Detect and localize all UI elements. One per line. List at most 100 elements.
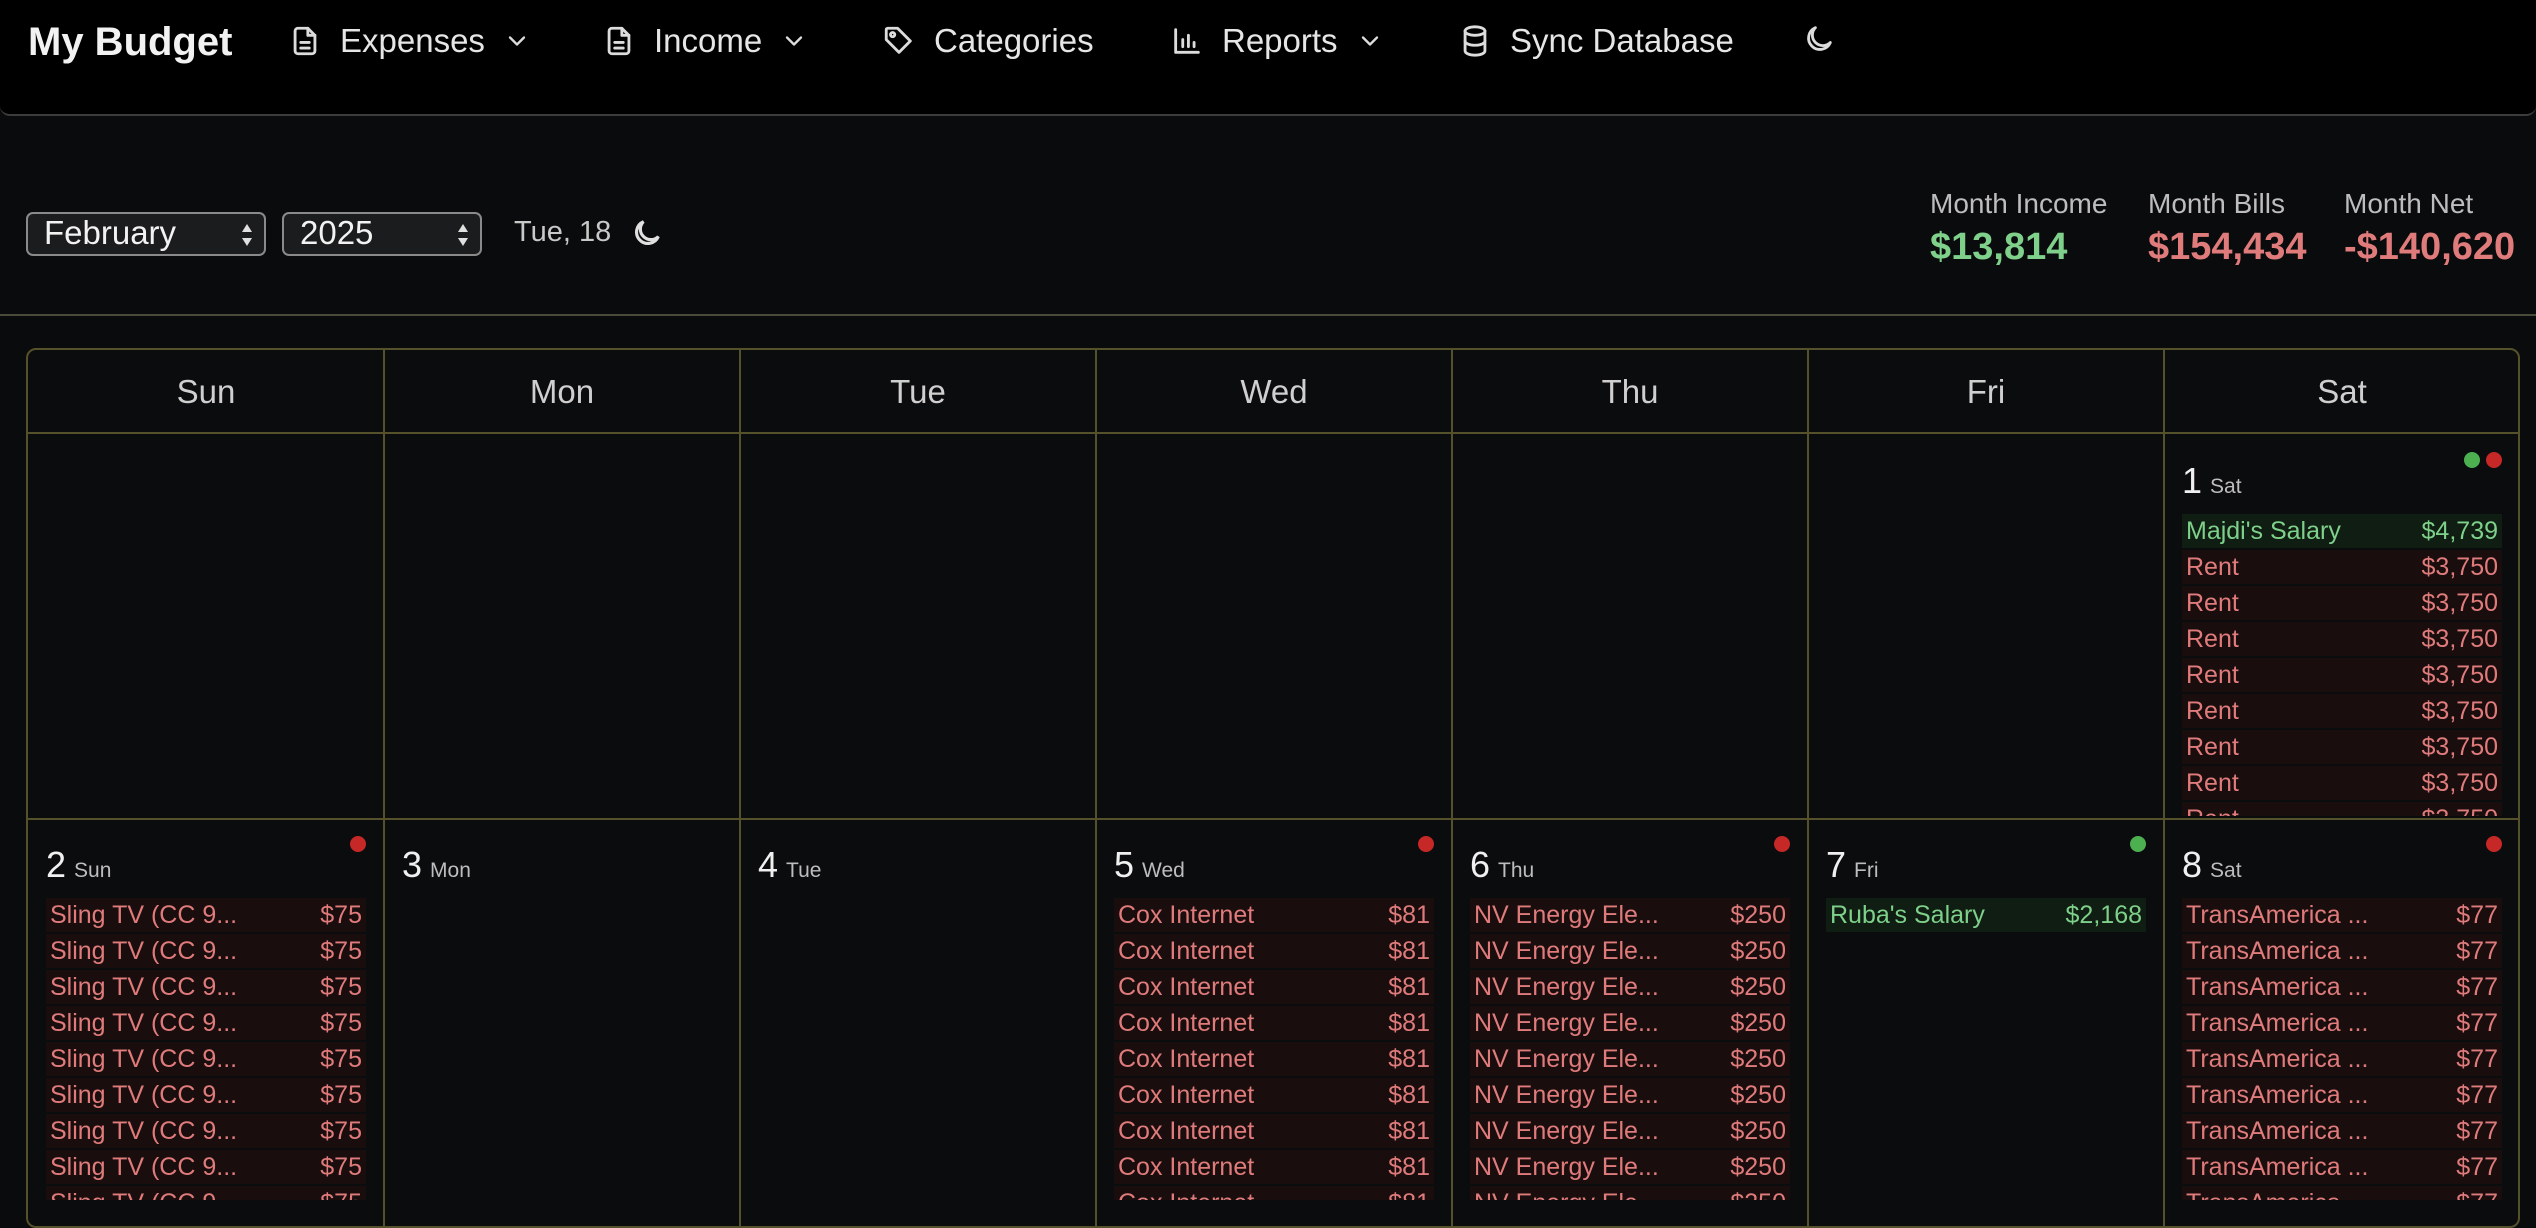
expense-entry[interactable]: Rent $3,750 [2182, 586, 2502, 620]
entry-name: Sling TV (CC 9... [50, 1153, 238, 1181]
calendar-day-7[interactable]: 7 Fri Ruba's Salary $2,168 [1808, 820, 2162, 1200]
expense-entry[interactable]: Cox Internet $81 [1114, 934, 1434, 968]
expense-entry[interactable]: TransAmerica ... $77 [2182, 970, 2502, 1004]
expense-entry[interactable]: NV Energy Ele... $250 [1470, 1114, 1790, 1148]
entry-amount: $75 [320, 1045, 362, 1073]
nav-reports[interactable]: Reports [1170, 22, 1384, 60]
expense-entry[interactable]: NV Energy Ele... $250 [1470, 1150, 1790, 1184]
expense-entry[interactable]: Sling TV (CC 9... $75 [46, 1006, 366, 1040]
expense-entry[interactable]: Rent $3,750 [2182, 730, 2502, 764]
expense-entry[interactable]: Cox Internet $81 [1114, 1006, 1434, 1040]
expense-entry[interactable]: NV Energy Ele... $250 [1470, 1078, 1790, 1112]
nav-categories[interactable]: Categories [882, 22, 1094, 60]
expense-entry[interactable]: TransAmerica ... $77 [2182, 1078, 2502, 1112]
expense-entry[interactable]: NV Energy Ele... $250 [1470, 1042, 1790, 1076]
expense-entry[interactable]: Cox Internet $81 [1114, 1150, 1434, 1184]
expense-entry[interactable]: TransAmerica ... $77 [2182, 1186, 2502, 1200]
month-net-summary: Month Net -$140,620 [2344, 188, 2515, 269]
expense-entry[interactable]: Rent $3,750 [2182, 622, 2502, 656]
month-select[interactable]: February [26, 212, 266, 256]
entry-name: Cox Internet [1118, 1186, 1254, 1200]
nav-reports-label: Reports [1222, 22, 1338, 59]
calendar-day-8[interactable]: 8 Sat TransAmerica ... $77 TransAmerica ... $… [2164, 820, 2518, 1200]
entry-amount: $250 [1730, 1153, 1786, 1181]
day-weekday-label: Sat [2210, 859, 2242, 882]
entry-name: Sling TV (CC 9... [50, 901, 238, 929]
expense-entry[interactable]: Rent $3,750 [2182, 550, 2502, 584]
entry-amount: $75 [320, 1153, 362, 1181]
weekday-header-tue: Tue [890, 373, 946, 410]
entry-name: Rent [2186, 589, 2239, 617]
app-title[interactable]: My Budget [28, 20, 232, 65]
expense-entry[interactable]: Rent $3,750 [2182, 766, 2502, 800]
nav-expenses[interactable]: Expenses [288, 22, 531, 60]
entry-amount: $75 [320, 1117, 362, 1145]
income-entry[interactable]: Majdi's Salary $4,739 [2182, 514, 2502, 548]
expense-entry[interactable]: Sling TV (CC 9... $75 [46, 1186, 366, 1200]
entry-name: TransAmerica ... [2186, 1153, 2369, 1181]
day-number-value: 1 [2182, 460, 2203, 501]
day-weekday-label: Thu [1498, 859, 1535, 882]
expense-entry[interactable]: Sling TV (CC 9... $75 [46, 970, 366, 1004]
entry-name: Sling TV (CC 9... [50, 1186, 237, 1200]
entry-amount: $3,750 [2421, 661, 2498, 689]
nav-sync-database[interactable]: Sync Database [1458, 22, 1734, 60]
expense-entry[interactable]: Cox Internet $81 [1114, 1078, 1434, 1112]
expense-entry[interactable]: Cox Internet $81 [1114, 1186, 1434, 1200]
expense-entry[interactable]: Sling TV (CC 9... $75 [46, 1042, 366, 1076]
entry-name: Sling TV (CC 9... [50, 1117, 238, 1145]
expense-entry[interactable]: TransAmerica ... $77 [2182, 1150, 2502, 1184]
month-net-label: Month Net [2344, 188, 2474, 219]
expense-entry[interactable]: NV Energy Ele... $250 [1470, 1006, 1790, 1040]
day-number-value: 3 [402, 844, 423, 885]
expense-entry[interactable]: NV Energy Ele... $250 [1470, 934, 1790, 968]
expense-entry[interactable]: Rent $3,750 [2182, 802, 2502, 816]
calendar-day-5[interactable]: 5 Wed Cox Internet $81 Cox Internet $81 Cox In… [1096, 820, 1450, 1200]
day-weekday-label: Sun [74, 859, 112, 882]
entry-name: Sling TV (CC 9... [50, 1009, 238, 1037]
year-select[interactable]: 2025 [282, 212, 482, 256]
entry-amount: $250 [1730, 1186, 1786, 1200]
entry-name: NV Energy Ele... [1474, 1186, 1659, 1200]
expense-entry[interactable]: Rent $3,750 [2182, 694, 2502, 728]
expense-entry[interactable]: Sling TV (CC 9... $75 [46, 1078, 366, 1112]
calendar-day-3[interactable]: 3 Mon [384, 820, 738, 1200]
expense-entry[interactable]: TransAmerica ... $77 [2182, 1006, 2502, 1040]
entry-name: TransAmerica ... [2186, 1009, 2369, 1037]
theme-toggle-button[interactable] [1802, 22, 1836, 56]
entry-name: Cox Internet [1118, 1009, 1255, 1037]
expense-entry[interactable]: Sling TV (CC 9... $75 [46, 1150, 366, 1184]
expense-entry[interactable]: Sling TV (CC 9... $75 [46, 898, 366, 932]
entry-amount: $81 [1388, 1009, 1430, 1037]
expense-entry[interactable]: TransAmerica ... $77 [2182, 1114, 2502, 1148]
expense-entry[interactable]: Sling TV (CC 9... $75 [46, 1114, 366, 1148]
calendar-day-2[interactable]: 2 Sun Sling TV (CC 9... $75 Sling TV (CC 9..… [28, 820, 382, 1200]
expense-entry[interactable]: NV Energy Ele... $250 [1470, 898, 1790, 932]
expense-entry[interactable]: Sling TV (CC 9... $75 [46, 934, 366, 968]
entry-amount: $77 [2456, 1186, 2498, 1200]
expense-entry[interactable]: Rent $3,750 [2182, 658, 2502, 692]
expense-entry[interactable]: NV Energy Ele... $250 [1470, 970, 1790, 1004]
expense-entry[interactable]: NV Energy Ele... $250 [1470, 1186, 1790, 1200]
calendar-day-6[interactable]: 6 Thu NV Energy Ele... $250 NV Energy Ele...… [1452, 820, 1806, 1200]
expense-entry[interactable]: Cox Internet $81 [1114, 898, 1434, 932]
entry-amount: $77 [2456, 1117, 2498, 1145]
expense-entry[interactable]: Cox Internet $81 [1114, 1114, 1434, 1148]
expense-entry[interactable]: TransAmerica ... $77 [2182, 934, 2502, 968]
entry-name: Cox Internet [1118, 1117, 1255, 1145]
calendar-day-1[interactable]: 1 Sat Majdi's Salary $4,739 Rent $3,750 Rent $3… [2164, 436, 2518, 816]
day-number: 4 Tue [758, 844, 821, 886]
expense-entry[interactable]: Cox Internet $81 [1114, 970, 1434, 1004]
entry-amount: $77 [2456, 1045, 2498, 1073]
calendar-day-4[interactable]: 4 Tue [740, 820, 1094, 1200]
nav-income[interactable]: Income [602, 22, 808, 60]
expense-entry[interactable]: Cox Internet $81 [1114, 1042, 1434, 1076]
entry-amount: $250 [1730, 1009, 1786, 1037]
expense-entry[interactable]: TransAmerica ... $77 [2182, 1042, 2502, 1076]
entry-amount: $250 [1730, 973, 1786, 1001]
entry-name: TransAmerica ... [2186, 901, 2369, 929]
income-entry[interactable]: Ruba's Salary $2,168 [1826, 898, 2146, 932]
today-theme-button[interactable] [630, 216, 664, 250]
day-weekday-label: Sat [2210, 475, 2242, 498]
expense-entry[interactable]: TransAmerica ... $77 [2182, 898, 2502, 932]
